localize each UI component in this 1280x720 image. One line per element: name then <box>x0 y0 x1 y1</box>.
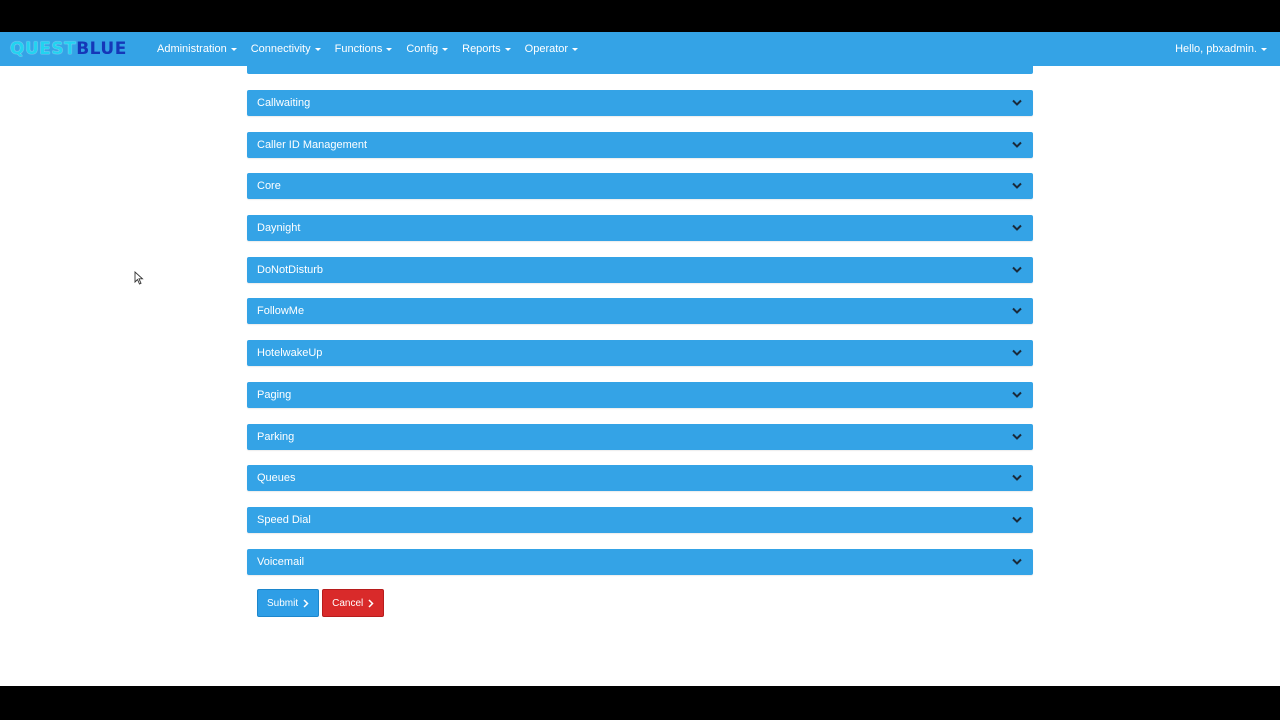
caret-down-icon <box>572 48 579 51</box>
caret-down-icon <box>504 48 511 51</box>
caret-down-icon <box>314 48 321 51</box>
chevron-right-icon <box>303 598 309 608</box>
chevron-down-icon <box>1012 433 1022 440</box>
menu-functions[interactable]: Functions <box>328 32 400 66</box>
panel-title: Core <box>257 180 281 193</box>
chevron-down-icon <box>1012 558 1022 565</box>
panel-title: Speed Dial <box>257 513 311 526</box>
panel-title: Voicemail <box>257 555 305 568</box>
panel-voicemail[interactable]: Voicemail <box>247 548 1033 575</box>
chevron-down-icon <box>1012 391 1022 398</box>
mouse-pointer-icon <box>134 271 144 285</box>
submit-button[interactable]: Submit <box>257 589 320 617</box>
main-menu: Administration Connectivity Functions Co… <box>150 32 585 66</box>
brand-logo-part2: BLUE <box>76 39 127 59</box>
chevron-down-icon <box>1012 141 1022 148</box>
menu-reports[interactable]: Reports <box>455 32 518 66</box>
chevron-down-icon <box>1012 224 1022 231</box>
submit-label: Submit <box>267 597 299 609</box>
cancel-button[interactable]: Cancel <box>322 589 385 617</box>
menu-label: Operator <box>524 43 569 55</box>
chevron-right-icon <box>368 598 374 608</box>
menu-operator[interactable]: Operator <box>518 32 585 66</box>
panel-caller-id-management[interactable]: Caller ID Management <box>247 131 1033 158</box>
panel-followme[interactable]: FollowMe <box>247 298 1033 325</box>
menu-label: Connectivity <box>250 43 311 55</box>
menu-connectivity[interactable]: Connectivity <box>244 32 328 66</box>
brand-logo-part1: QUEST <box>10 39 77 59</box>
menu-label: Config <box>406 43 439 55</box>
caret-down-icon <box>442 48 449 51</box>
form-actions: Submit Cancel <box>257 589 387 617</box>
chevron-down-icon <box>1012 266 1022 273</box>
top-navbar: QUESTBLUE Administration Connectivity Fu… <box>0 32 1280 66</box>
panel-title: Parking <box>257 430 295 443</box>
panel-title: Callwaiting <box>257 97 311 109</box>
panel-paging[interactable]: Paging <box>247 381 1033 408</box>
chevron-down-icon <box>1012 308 1022 315</box>
chevron-down-icon <box>1012 349 1022 357</box>
caret-down-icon <box>386 48 393 51</box>
panel-title: FollowMe <box>257 305 305 318</box>
panel-core[interactable]: Core <box>247 173 1033 200</box>
panel-title: Caller ID Management <box>257 138 368 151</box>
panel-title: HotelwakeUp <box>257 347 323 360</box>
panel-callwaiting[interactable]: Callwaiting <box>247 90 1033 116</box>
cancel-label: Cancel <box>332 597 364 609</box>
brand-logo[interactable]: QUESTBLUE <box>10 39 127 59</box>
chevron-down-icon <box>1012 99 1022 106</box>
caret-down-icon <box>230 48 237 51</box>
user-greeting: Hello, pbxadmin. <box>1175 43 1257 55</box>
panel-partial-top[interactable] <box>247 66 1033 74</box>
menu-administration[interactable]: Administration <box>150 32 244 66</box>
panel-title: Paging <box>257 388 292 401</box>
user-menu[interactable]: Hello, pbxadmin. <box>1175 32 1267 66</box>
panel-title: DoNotDisturb <box>257 263 324 276</box>
panel-daynight[interactable]: Daynight <box>247 215 1033 242</box>
chevron-down-icon <box>1012 183 1022 190</box>
settings-panels: Callwaiting Caller ID Management Core Da… <box>247 90 1033 590</box>
menu-label: Reports <box>462 43 501 55</box>
panel-queues[interactable]: Queues <box>247 465 1033 492</box>
chevron-down-icon <box>1012 474 1022 482</box>
panel-hotelwakeup[interactable]: HotelwakeUp <box>247 340 1033 367</box>
app-screen: QUESTBLUE Administration Connectivity Fu… <box>0 32 1280 686</box>
panel-parking[interactable]: Parking <box>247 423 1033 450</box>
chevron-down-icon <box>1012 516 1022 523</box>
panel-speed-dial[interactable]: Speed Dial <box>247 506 1033 533</box>
panel-title: Daynight <box>257 222 301 235</box>
menu-config[interactable]: Config <box>399 32 455 66</box>
menu-label: Functions <box>334 43 383 55</box>
menu-label: Administration <box>157 43 227 55</box>
caret-down-icon <box>1261 48 1267 51</box>
panel-title: Queues <box>257 472 296 485</box>
panel-donotdisturb[interactable]: DoNotDisturb <box>247 256 1033 283</box>
